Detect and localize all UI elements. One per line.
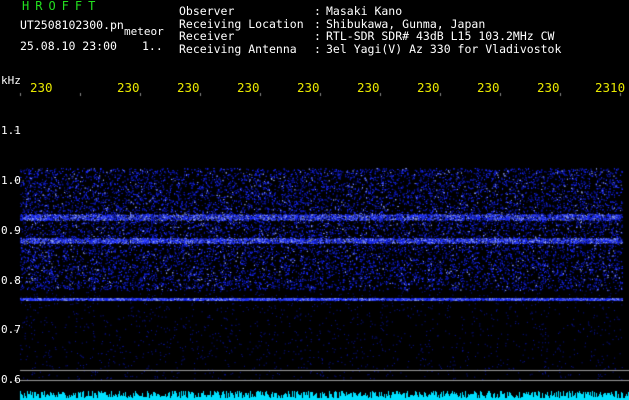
x-tick-label: 230 (177, 80, 200, 95)
y-tick-label: 0.8 (1, 274, 21, 287)
metadata-values: Masaki Kano Shibukawa, Gunma, Japan RTL-… (326, 4, 562, 56)
y-tick-label: 0.7 (1, 323, 21, 336)
meteor-tag: meteor (124, 25, 164, 38)
y-tick-label: 0.9 (1, 224, 21, 237)
date-time: 25.08.10 23:00 (20, 39, 117, 53)
count-label: 1.. (142, 39, 163, 53)
metadata-labels: Observer Receiving Location Receiver Rec… (179, 4, 304, 56)
y-tick-label: 1.1 (1, 124, 21, 137)
x-tick-label: 230 (417, 80, 440, 95)
x-tick-label: 230 (477, 80, 500, 95)
x-tick-label: 230 (357, 80, 380, 95)
x-tick-label: 230 (117, 80, 140, 95)
metadata-colons: : : : : (314, 4, 321, 56)
x-tick-label: 230 (237, 80, 260, 95)
file-name: UT2508102300.pn (20, 18, 124, 32)
y-tick-label: 0.6 (1, 373, 21, 386)
y-axis-unit: kHz (1, 74, 21, 87)
spectrogram-canvas (0, 0, 629, 400)
x-tick-label: 230 (537, 80, 560, 95)
app-title: HROFFT (22, 0, 102, 13)
x-tick-label: 230 (297, 80, 320, 95)
y-tick-label: 1.0 (1, 174, 21, 187)
x-tick-label: 2310 (595, 80, 626, 95)
x-tick-label: 230 (30, 80, 53, 95)
